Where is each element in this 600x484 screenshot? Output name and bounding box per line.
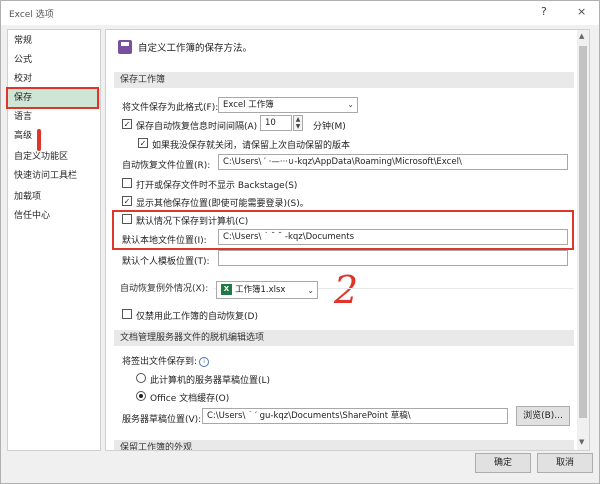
page-title: 自定义工作簿的保存方法。 (138, 43, 253, 54)
sidebar-item-customize-ribbon[interactable]: 自定义功能区 (8, 148, 100, 167)
radio-office-cache-label: Office 文档缓存(O) (150, 394, 230, 404)
no-backstage-label: 打开或保存文件时不显示 Backstage(S) (136, 181, 298, 191)
scroll-down-icon[interactable]: ▼ (579, 438, 584, 446)
disable-autorecover-label: 仅禁用此工作簿的自动恢复(D) (136, 312, 258, 322)
scrollbar-thumb[interactable] (579, 46, 587, 418)
save-format-value: Excel 工作簿 (223, 100, 274, 110)
window-title: Excel 选项 (9, 10, 54, 20)
autorecover-checkbox[interactable]: ✓ (122, 119, 132, 129)
sidebar-item-trust-center[interactable]: 信任中心 (8, 207, 100, 226)
main-scrollbar[interactable]: ▲ ▼ (577, 29, 590, 451)
keep-last-version-checkbox[interactable]: ✓ (138, 138, 148, 148)
info-icon: i (199, 356, 210, 367)
checkout-label: 将签出文件保存到: i (122, 354, 210, 367)
section-save-workbooks: 保存工作簿 (114, 72, 574, 88)
section-autorecover-except: 自动恢复例外情况(X): (120, 284, 209, 294)
scroll-up-icon[interactable]: ▲ (579, 32, 584, 40)
annotation-number: 2 (334, 268, 359, 312)
sidebar-item-advanced[interactable]: 高级 (8, 127, 100, 146)
autorecover-workbook-dropdown[interactable]: X 工作簿1.xlsx ⌄ (216, 281, 318, 299)
sidebar-item-general[interactable]: 常规 (8, 32, 100, 51)
server-drafts-label: 服务器草稿位置(V): (122, 415, 202, 425)
default-local-location-label: 默认本地文件位置(I): (122, 236, 207, 246)
show-other-locations-checkbox[interactable]: ✓ (122, 196, 132, 206)
default-template-input[interactable] (218, 250, 568, 266)
default-local-location-input[interactable]: C:\Users\ ˙ ˘ ˘ -kqz\Documents (218, 229, 568, 245)
workbook-name: 工作簿1.xlsx (235, 285, 286, 295)
no-backstage-checkbox[interactable] (122, 178, 132, 188)
checkout-label-text: 将签出文件保存到: (122, 357, 198, 367)
minutes-label: 分钟(M) (313, 122, 346, 132)
section-offline-editing: 文档管理服务器文件的脱机编辑选项 (114, 330, 574, 346)
save-icon (118, 40, 132, 54)
default-save-computer-label: 默认情况下保存到计算机(C) (136, 217, 249, 227)
autorecover-location-label: 自动恢复文件位置(R): (122, 161, 211, 171)
sidebar-item-language[interactable]: 语言 (8, 108, 100, 127)
save-format-label: 将文件保存为此格式(F): (122, 103, 219, 113)
autorecover-interval-label: 保存自动恢复信息时间间隔(A) (136, 122, 258, 132)
save-format-dropdown[interactable]: Excel 工作簿 ⌄ (218, 97, 358, 113)
chevron-down-icon: ⌄ (307, 286, 314, 295)
help-button[interactable]: ? (541, 5, 547, 18)
show-other-locations-label: 显示其他保存位置(即使可能需要登录)(S)。 (136, 199, 309, 209)
default-save-computer-checkbox[interactable] (122, 214, 132, 224)
keep-last-version-label: 如果我没保存就关闭，请保留上次自动保留的版本 (152, 141, 351, 151)
cancel-button[interactable]: 取消 (537, 453, 593, 473)
excel-file-icon: X (221, 284, 232, 295)
page-header: 自定义工作簿的保存方法。 (118, 40, 252, 54)
browse-button[interactable]: 浏览(B)... (516, 406, 570, 426)
interval-spinner[interactable]: ▲ ▼ (293, 115, 303, 131)
radio-office-cache[interactable] (136, 391, 146, 401)
red-marker-stroke (37, 129, 41, 151)
server-drafts-input[interactable]: C:\Users\ ˙ ′ gu-kqz\Documents\SharePoin… (202, 408, 508, 424)
excel-options-window: Excel 选项 ? × 常规 公式 校对 保存 语言 高级 自定义功能区 快速… (0, 0, 600, 484)
chevron-down-icon: ⌄ (347, 100, 354, 109)
sidebar: 常规 公式 校对 保存 语言 高级 自定义功能区 快速访问工具栏 加载项 信任中… (6, 29, 101, 451)
save-highlight-box (6, 87, 99, 109)
autorecover-location-input[interactable]: C:\Users\ ′ ·—···∪-kqz\AppData\Roaming\M… (218, 154, 568, 170)
autorecover-interval-input[interactable]: 10 (260, 115, 292, 131)
radio-server-drafts[interactable] (136, 373, 146, 383)
main-panel: 自定义工作簿的保存方法。 保存工作簿 将文件保存为此格式(F): Excel 工… (105, 29, 579, 451)
radio-server-drafts-label: 此计算机的服务器草稿位置(L) (150, 376, 271, 386)
sidebar-item-addins[interactable]: 加载项 (8, 188, 100, 207)
close-button[interactable]: × (577, 5, 586, 18)
sidebar-item-formulas[interactable]: 公式 (8, 51, 100, 70)
title-bar: Excel 选项 ? × (1, 1, 599, 25)
section-appearance: 保留工作簿的外观 (114, 440, 574, 450)
disable-autorecover-checkbox[interactable] (122, 309, 132, 319)
sidebar-item-quick-access[interactable]: 快速访问工具栏 (8, 167, 100, 186)
ok-button[interactable]: 确定 (475, 453, 531, 473)
sidebar-item-save[interactable]: 保存 (6, 87, 100, 109)
default-template-label: 默认个人模板位置(T): (122, 257, 210, 267)
